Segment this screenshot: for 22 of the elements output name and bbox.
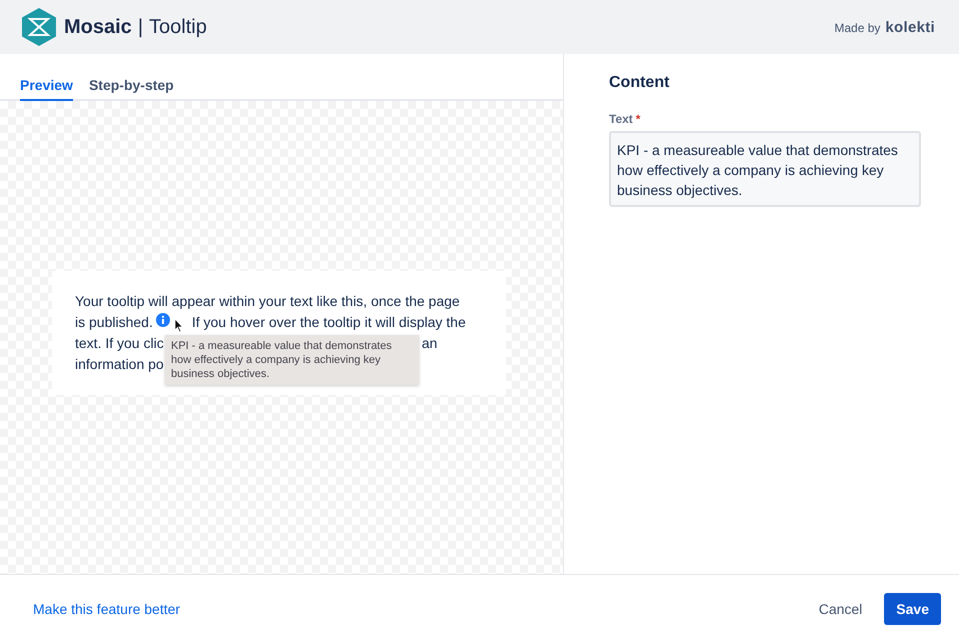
paragraph-text: text. If you clic — [75, 334, 164, 353]
paragraph-text: an — [422, 334, 438, 353]
logo-icon — [20, 7, 58, 47]
required-mark: * — [636, 112, 640, 126]
section-title: Content — [609, 74, 670, 92]
made-by-label: Made by — [834, 20, 880, 34]
feedback-link[interactable]: Make this feature better — [33, 600, 180, 616]
text-field[interactable]: KPI - a measureable value that demonstrates how effectively a company is achieving key business objectives. — [609, 131, 921, 207]
paragraph-text: is published. — [75, 313, 153, 332]
tab[interactable]: Step-by-step — [88, 77, 174, 101]
product-name: Tooltip — [149, 16, 207, 38]
paragraph-text: If you hover over the tooltip it will display the — [192, 313, 466, 332]
cursor-icon — [174, 318, 184, 333]
paragraph-text: information po — [75, 355, 164, 374]
tooltip: KPI - a measureable value that demonstrates how effectively a company is achieving key business objectives. — [165, 335, 419, 385]
separator: | — [138, 16, 144, 38]
maker-logo: kolekti — [885, 18, 935, 36]
field-label: Text — [609, 112, 633, 126]
save-button[interactable]: Save — [884, 592, 941, 624]
cancel-button[interactable]: Cancel — [808, 592, 872, 624]
brand-name: Mosaic — [64, 16, 132, 38]
paragraph-text: Your tooltip will appear within your text like this, once the page — [75, 292, 460, 311]
